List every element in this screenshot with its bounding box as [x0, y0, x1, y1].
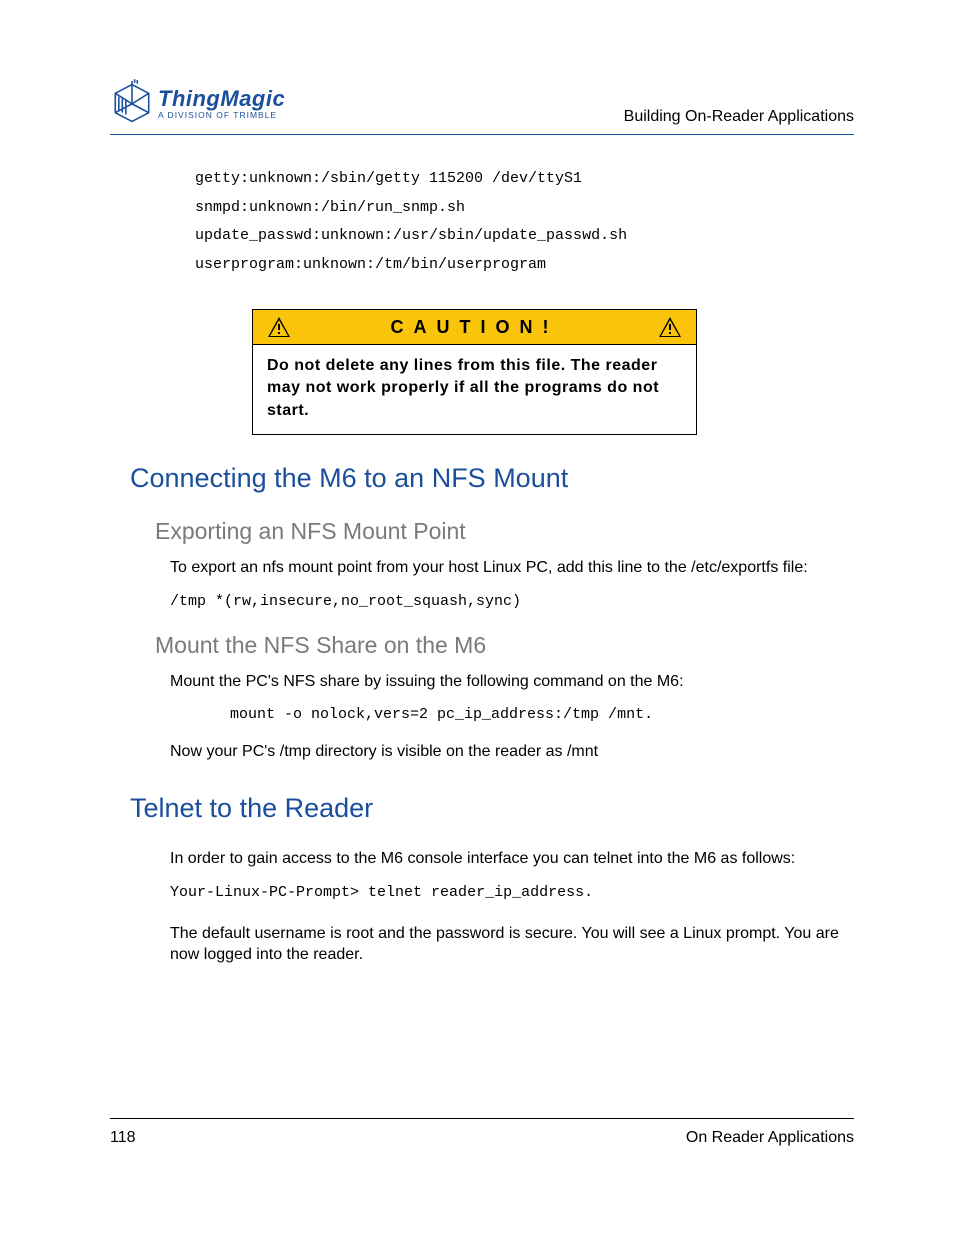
page-footer: 118 On Reader Applications	[110, 1118, 854, 1147]
paragraph: In order to gain access to the M6 consol…	[170, 848, 854, 870]
warning-icon	[658, 316, 682, 338]
paragraph: Mount the PC's NFS share by issuing the …	[170, 671, 854, 693]
subsection-heading: Exporting an NFS Mount Point	[155, 518, 854, 545]
page-number: 118	[110, 1129, 136, 1147]
paragraph: To export an nfs mount point from your h…	[170, 557, 854, 579]
paragraph: Now your PC's /tmp directory is visible …	[170, 741, 854, 763]
section-heading: Connecting the M6 to an NFS Mount	[130, 463, 854, 494]
cube-logo-icon	[110, 78, 154, 128]
running-head: Building On-Reader Applications	[624, 108, 854, 126]
subsection-heading: Mount the NFS Share on the M6	[155, 632, 854, 659]
logo-title: ThingMagic	[158, 86, 285, 112]
code-line: getty:unknown:/sbin/getty 115200 /dev/tt…	[195, 170, 582, 187]
caution-body: Do not delete any lines from this file. …	[253, 345, 696, 434]
logo: ThingMagic A DIVISION OF TRIMBLE	[110, 78, 285, 128]
command-text: telnet reader_ip_address.	[368, 884, 593, 901]
warning-icon	[267, 316, 291, 338]
page-header: ThingMagic A DIVISION OF TRIMBLE Buildin…	[110, 78, 854, 135]
section-heading: Telnet to the Reader	[130, 793, 854, 824]
code-line: userprogram:unknown:/tm/bin/userprogram	[195, 256, 546, 273]
logo-subtitle: A DIVISION OF TRIMBLE	[158, 110, 285, 120]
code-listing: getty:unknown:/sbin/getty 115200 /dev/tt…	[195, 165, 854, 279]
code-line: /tmp *(rw,insecure,no_root_squash,sync)	[170, 593, 854, 610]
footer-section-label: On Reader Applications	[686, 1129, 854, 1147]
code-line: Your-Linux-PC-Prompt> telnet reader_ip_a…	[170, 884, 854, 901]
code-line: snmpd:unknown:/bin/run_snmp.sh	[195, 199, 465, 216]
caution-box: CAUTION! Do not delete any lines from th…	[252, 309, 697, 435]
caution-title: CAUTION!	[291, 317, 658, 338]
paragraph: The default username is root and the pas…	[170, 923, 854, 966]
code-line: mount -o nolock,vers=2 pc_ip_address:/tm…	[230, 706, 854, 723]
prompt-label: Your-Linux-PC-Prompt>	[170, 884, 368, 901]
code-line: update_passwd:unknown:/usr/sbin/update_p…	[195, 227, 627, 244]
